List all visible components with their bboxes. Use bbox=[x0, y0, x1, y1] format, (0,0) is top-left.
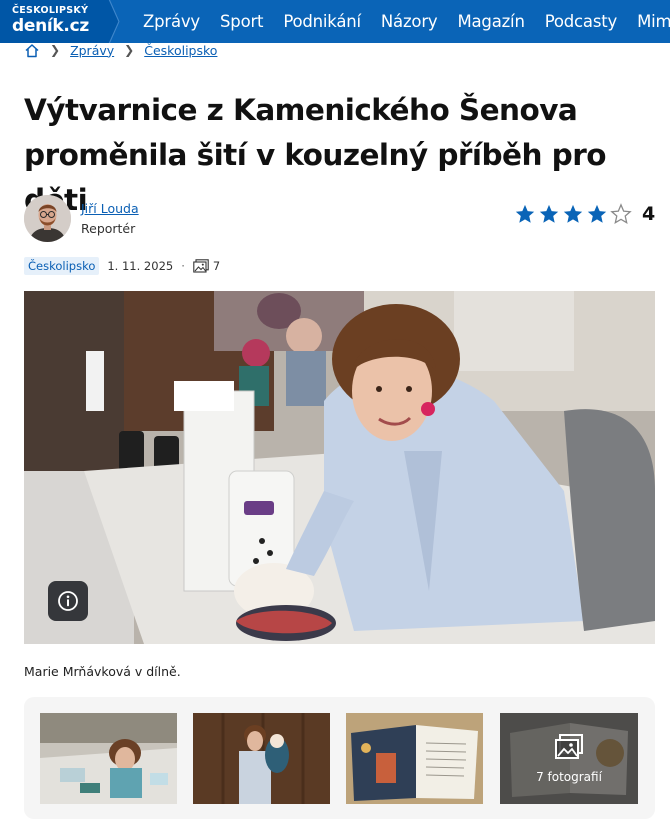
meta-separator: · bbox=[181, 259, 185, 273]
gallery-thumbnail-image bbox=[193, 713, 330, 804]
star-empty-icon[interactable] bbox=[610, 203, 632, 225]
author-role: Reportér bbox=[81, 221, 136, 236]
author-portrait bbox=[24, 195, 71, 242]
hero-photo-illustration bbox=[24, 291, 655, 644]
gallery-more-overlay: 7 fotografií bbox=[500, 713, 638, 804]
logo-chevron-icon bbox=[100, 0, 120, 43]
article-rating[interactable]: 4 bbox=[514, 203, 655, 225]
photo-info-button[interactable] bbox=[48, 581, 88, 621]
breadcrumb-separator-icon: ❯ bbox=[124, 43, 135, 57]
nav-item-zpravy[interactable]: Zprávy bbox=[143, 12, 200, 31]
gallery-thumbnail[interactable] bbox=[346, 713, 483, 804]
article-title-line-1: Výtvarnice z Kamenického Šenova bbox=[24, 93, 578, 127]
breadcrumb-zpravy[interactable]: Zprávy bbox=[70, 43, 114, 58]
gallery-more-photos[interactable]: 7 fotografií bbox=[500, 713, 638, 804]
hero-photo[interactable] bbox=[24, 291, 655, 644]
gallery-thumbnail[interactable] bbox=[193, 713, 330, 804]
article-meta: Českolipsko 1. 11. 2025 · 7 bbox=[24, 256, 220, 276]
top-nav-bar: ČESKOLIPSKÝ deník.cz Zprávy Sport Podnik… bbox=[0, 0, 670, 43]
info-icon bbox=[58, 591, 78, 611]
star-filled-icon[interactable] bbox=[514, 203, 536, 225]
breadcrumb-separator-icon: ❯ bbox=[50, 43, 61, 57]
publish-date: 1. 11. 2025 bbox=[107, 259, 174, 273]
site-logo[interactable]: ČESKOLIPSKÝ deník.cz bbox=[0, 0, 110, 43]
photo-gallery-strip: 7 fotografií bbox=[24, 697, 655, 819]
nav-item-sport[interactable]: Sport bbox=[220, 12, 263, 31]
logo-brand: deník.cz bbox=[12, 16, 89, 36]
main-menu: Zprávy Sport Podnikání Názory Magazín Po… bbox=[143, 0, 670, 43]
gallery-count-label: 7 fotografií bbox=[536, 769, 602, 784]
star-filled-icon[interactable] bbox=[562, 203, 584, 225]
gallery-thumbnail-image bbox=[346, 713, 483, 804]
breadcrumb: ❯ Zprávy ❯ Českolipsko bbox=[24, 41, 227, 59]
gallery-thumbnail-image bbox=[40, 713, 177, 804]
photos-icon bbox=[193, 259, 209, 273]
category-tag[interactable]: Českolipsko bbox=[24, 257, 100, 275]
photo-count: 7 bbox=[212, 259, 221, 273]
home-icon[interactable] bbox=[24, 43, 40, 58]
gallery-thumbnail[interactable] bbox=[40, 713, 177, 804]
nav-item-podcasty[interactable]: Podcasty bbox=[545, 12, 618, 31]
nav-item-podnikani[interactable]: Podnikání bbox=[283, 12, 361, 31]
nav-item-nazory[interactable]: Názory bbox=[381, 12, 438, 31]
nav-item-miminka[interactable]: Miminka bbox=[637, 12, 670, 31]
gallery-icon bbox=[555, 733, 583, 759]
breadcrumb-ceskolipsko[interactable]: Českolipsko bbox=[144, 43, 217, 58]
photo-caption: Marie Mrňávková v dílně. bbox=[24, 664, 181, 679]
rating-value: 4 bbox=[642, 203, 656, 225]
nav-item-magazin[interactable]: Magazín bbox=[457, 12, 524, 31]
author-avatar[interactable] bbox=[24, 195, 71, 242]
star-filled-icon[interactable] bbox=[586, 203, 608, 225]
logo-region: ČESKOLIPSKÝ bbox=[12, 5, 89, 16]
author-name-link[interactable]: Jiří Louda bbox=[81, 201, 139, 216]
star-filled-icon[interactable] bbox=[538, 203, 560, 225]
